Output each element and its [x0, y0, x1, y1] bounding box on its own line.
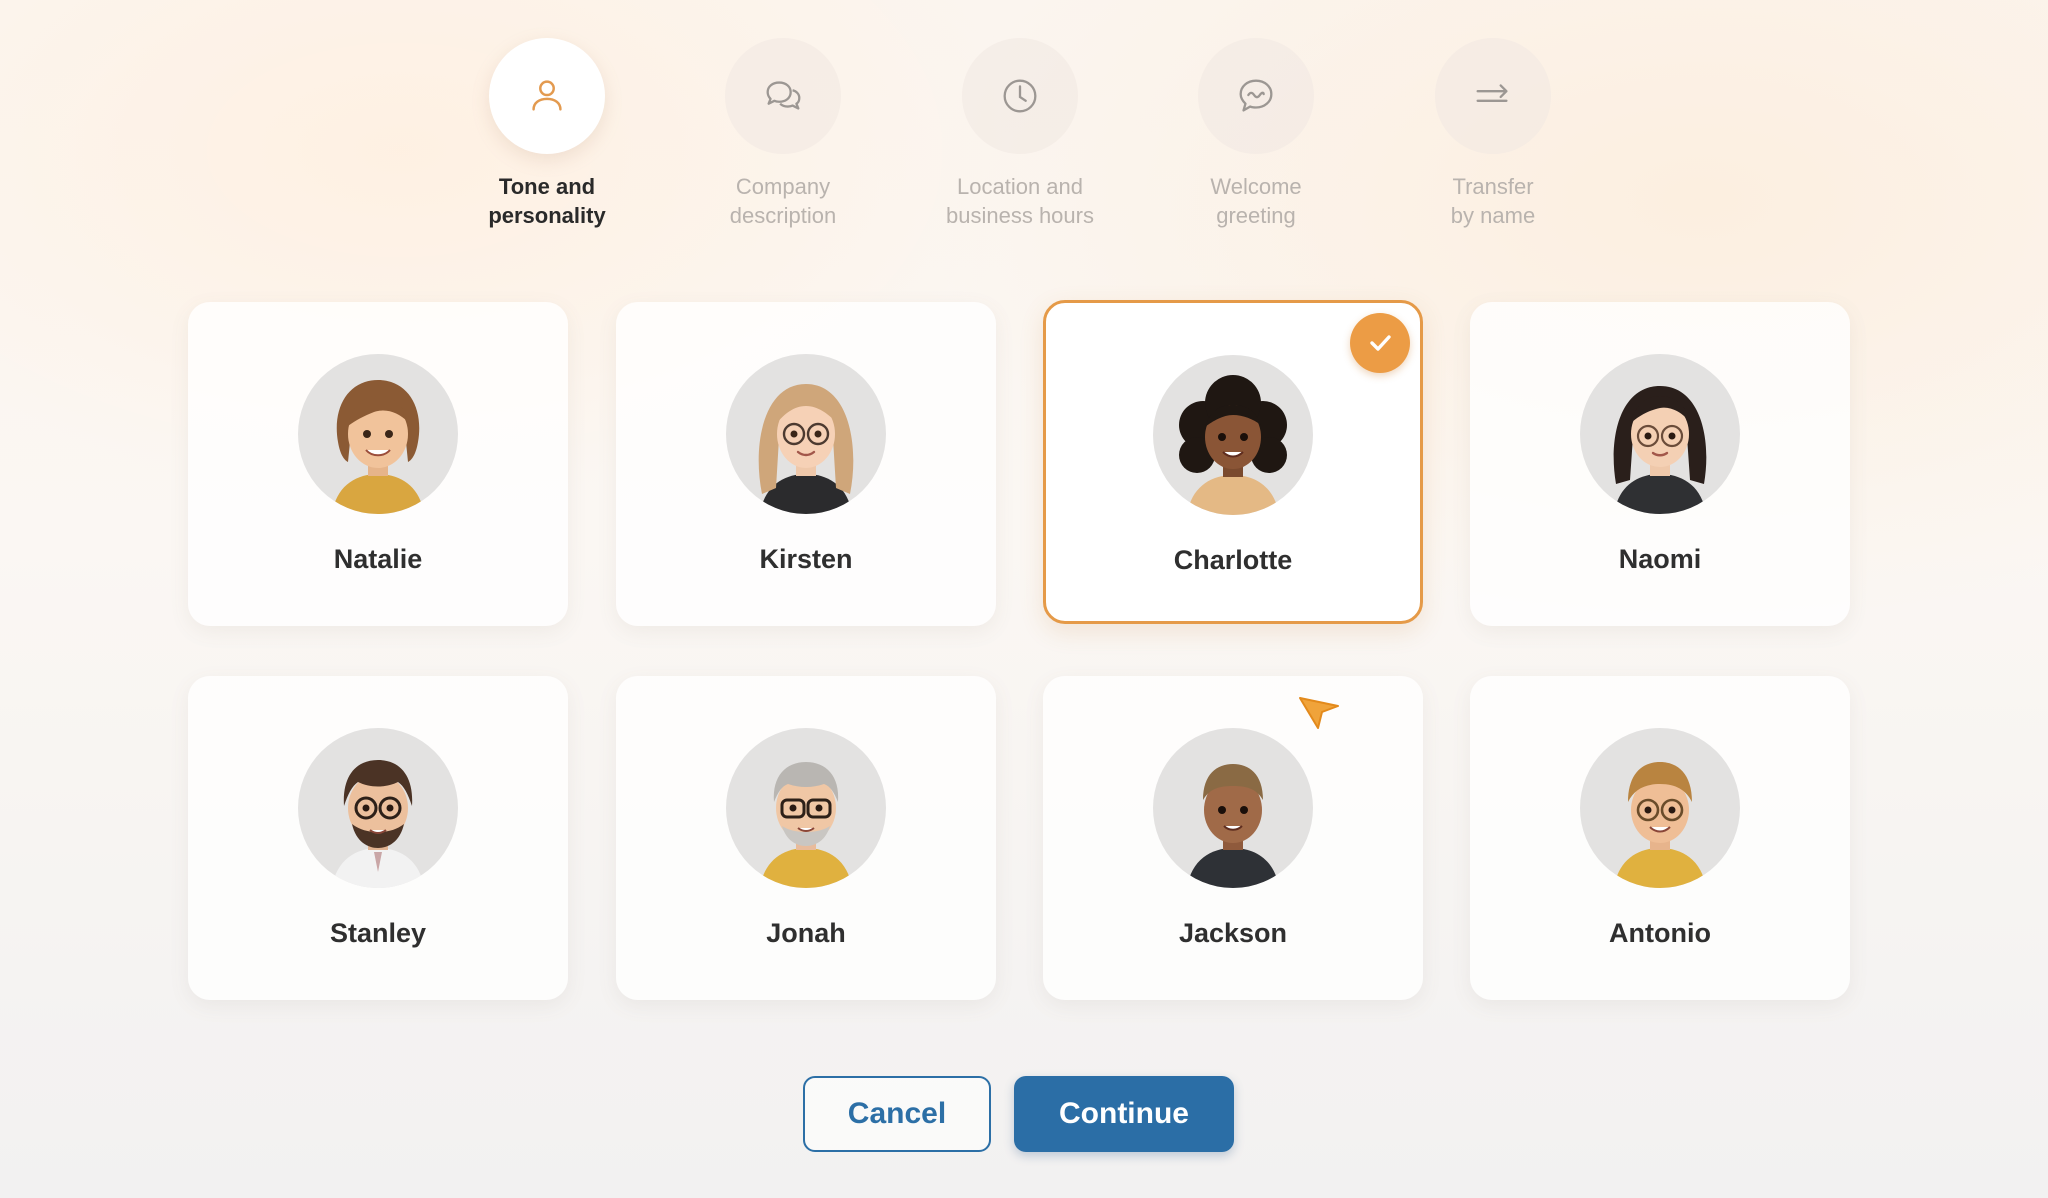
step-label: Location and business hours	[946, 174, 1094, 228]
step-circle	[725, 38, 841, 154]
step-label: Transfer by name	[1450, 174, 1536, 228]
avatar	[1580, 728, 1740, 888]
step-label: Company description	[729, 174, 837, 228]
persona-name: Antonio	[1609, 918, 1711, 948]
step-company-description[interactable]: Company description	[673, 38, 893, 230]
avatar	[1153, 355, 1313, 515]
persona-card-charlotte[interactable]: Charlotte	[1043, 300, 1423, 624]
step-circle	[1435, 38, 1551, 154]
avatar-antonio-image	[1614, 762, 1706, 888]
persona-name: Jackson	[1178, 918, 1288, 948]
step-location-and-business-hours[interactable]: Location and business hours	[910, 38, 1130, 230]
persona-name: Naomi	[1618, 544, 1702, 574]
persona-card-naomi[interactable]: Naomi	[1470, 302, 1850, 626]
persona-card-antonio[interactable]: Antonio	[1470, 676, 1850, 1000]
setup-stepper: Tone and personality Company description…	[0, 38, 2048, 238]
cancel-button[interactable]: Cancel	[803, 1076, 991, 1152]
checkmark-icon	[1370, 335, 1391, 351]
avatar-naomi-image	[1613, 386, 1707, 514]
persona-card-jackson[interactable]: Jackson	[1043, 676, 1423, 1000]
avatar-stanley-image	[332, 760, 424, 888]
avatar	[726, 354, 886, 514]
step-circle	[489, 38, 605, 154]
persona-card-kirsten[interactable]: Kirsten	[616, 302, 996, 626]
chat-bubbles-icon	[766, 81, 801, 110]
step-circle	[962, 38, 1078, 154]
avatar-jonah-image	[760, 762, 852, 888]
avatar	[1580, 354, 1740, 514]
step-circle	[1198, 38, 1314, 154]
avatar-kirsten-image	[758, 384, 854, 514]
step-transfer-by-name[interactable]: Transfer by name	[1383, 38, 1603, 230]
avatar	[726, 728, 886, 888]
persona-name: Natalie	[333, 544, 423, 574]
step-tone-and-personality[interactable]: Tone and personality	[437, 38, 657, 230]
persona-card-jonah[interactable]: Jonah	[616, 676, 996, 1000]
transfer-arrows-icon	[1476, 84, 1508, 102]
avatar-natalie-image	[332, 380, 424, 514]
step-label: Welcome greeting	[1210, 174, 1302, 228]
persona-name: Jonah	[766, 918, 846, 948]
message-wave-icon	[1239, 79, 1273, 112]
persona-name: Kirsten	[759, 544, 853, 574]
clock-icon	[1003, 79, 1037, 113]
person-icon	[532, 80, 562, 111]
persona-card-stanley[interactable]: Stanley	[188, 676, 568, 1000]
avatar-charlotte-image	[1179, 375, 1287, 515]
step-label: Tone and personality	[488, 174, 606, 228]
continue-button[interactable]: Continue	[1014, 1076, 1234, 1152]
avatar	[1153, 728, 1313, 888]
persona-name: Charlotte	[1173, 545, 1293, 575]
avatar	[298, 728, 458, 888]
persona-card-natalie[interactable]: Natalie	[188, 302, 568, 626]
mouse-pointer-icon	[1299, 697, 1339, 729]
avatar-jackson-image	[1187, 764, 1279, 888]
step-welcome-greeting[interactable]: Welcome greeting	[1146, 38, 1366, 230]
selected-check-badge	[1350, 313, 1410, 373]
avatar	[298, 354, 458, 514]
persona-name: Stanley	[329, 918, 427, 948]
